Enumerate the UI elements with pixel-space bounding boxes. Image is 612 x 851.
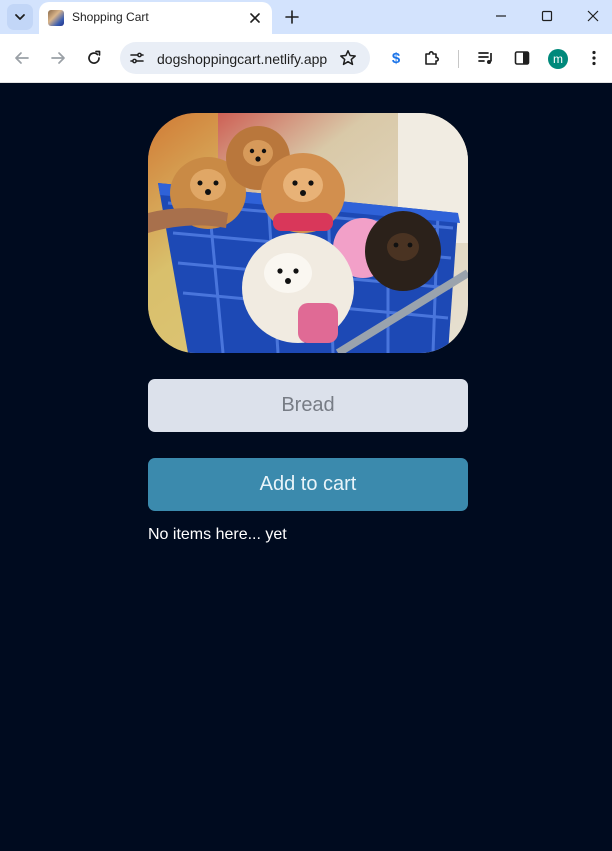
address-bar[interactable]: dogshoppingcart.netlify.app [120,42,370,74]
tab-search-button[interactable] [7,4,33,30]
extensions-button[interactable] [420,46,444,70]
minimize-button[interactable] [478,0,524,32]
arrow-right-icon [51,52,65,64]
browser-toolbar: dogshoppingcart.netlify.app $ [0,34,612,83]
window-close-button[interactable] [570,0,612,32]
back-button[interactable] [9,45,35,71]
toolbar-divider [458,50,459,68]
side-panel-button[interactable] [510,46,534,70]
url-text[interactable]: dogshoppingcart.netlify.app [157,51,327,67]
side-panel-icon [514,51,530,65]
puzzle-icon [425,51,439,65]
favicon-icon [48,10,64,26]
maximize-button[interactable] [524,0,570,32]
empty-cart-message: No items here... yet [148,526,287,543]
extension-dollar-button[interactable]: $ [384,46,408,70]
item-input[interactable] [148,379,468,432]
hero-image [148,113,468,353]
tab-strip: Shopping Cart [0,0,612,34]
forward-button[interactable] [45,45,71,71]
reload-button[interactable] [81,45,107,71]
minimize-icon [496,15,506,17]
bookmark-star-button[interactable] [338,48,358,68]
add-to-cart-button[interactable]: Add to cart [148,458,468,511]
site-info-icon[interactable] [128,49,146,67]
new-tab-button[interactable] [280,5,304,29]
tab-title: Shopping Cart [72,10,149,24]
menu-button[interactable] [582,46,606,70]
plus-icon [285,10,299,24]
close-icon [250,13,260,23]
media-controls-button[interactable] [474,46,498,70]
arrow-left-icon [15,52,29,64]
browser-tab[interactable]: Shopping Cart [39,2,272,34]
chevron-down-icon [15,14,25,20]
profile-avatar[interactable]: m [548,49,568,69]
dogs-in-cart-illustration [148,113,468,353]
close-icon [587,10,599,22]
dollar-icon: $ [391,49,401,67]
star-icon [340,50,356,66]
more-vertical-icon [592,50,596,66]
playlist-icon [478,52,492,64]
reload-icon [88,50,101,64]
tab-close-button[interactable] [246,9,264,27]
maximize-icon [541,10,553,22]
